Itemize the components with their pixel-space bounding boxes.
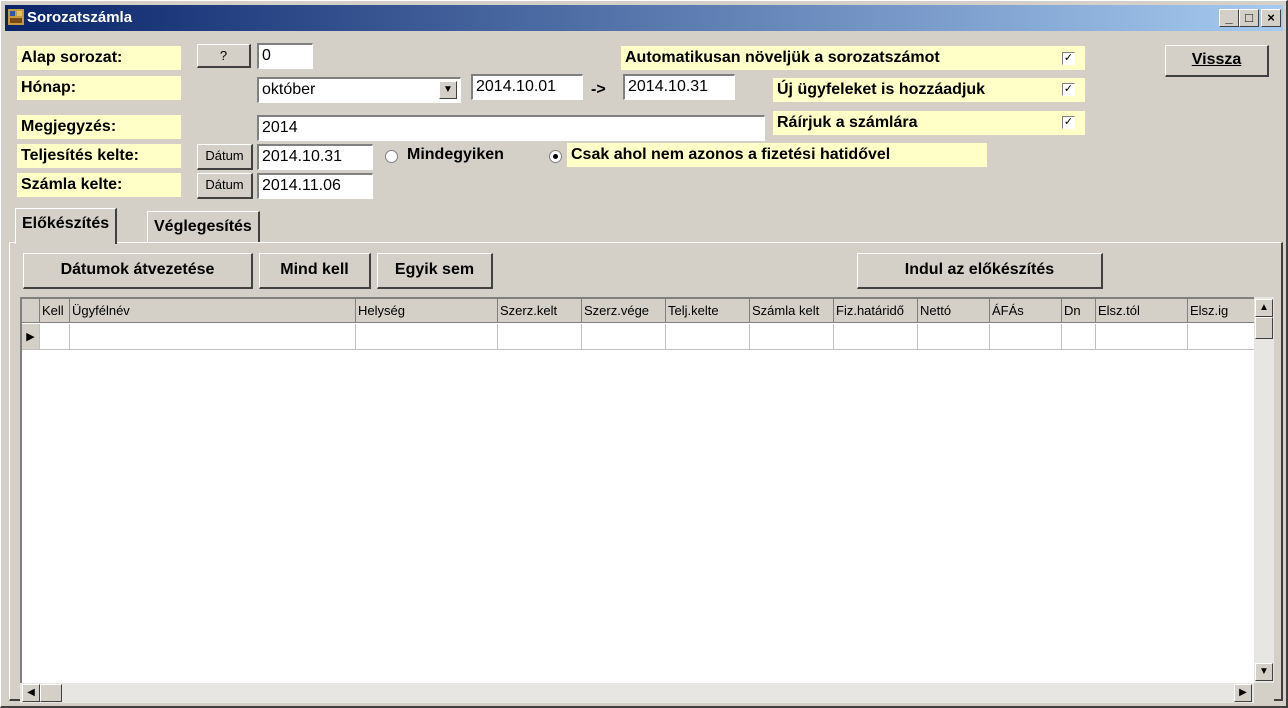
table-cell[interactable]	[1096, 324, 1188, 350]
window-title: Sorozatszámla	[27, 9, 133, 26]
new-clients-checkbox[interactable]: ✓	[1062, 83, 1075, 96]
indul-elokeszites-button[interactable]: Indul az előkészítés	[857, 253, 1103, 289]
table-cell[interactable]	[1188, 324, 1256, 350]
table-cell[interactable]	[70, 324, 356, 350]
radio-mindegyiken-label: Mindegyiken	[407, 146, 504, 163]
column-header[interactable]: Ügyfélnév	[70, 299, 356, 323]
megjegyzes-input[interactable]: 2014	[257, 115, 765, 141]
minimize-button[interactable]: _	[1219, 9, 1239, 27]
auto-increment-checkbox[interactable]: ✓	[1062, 52, 1075, 65]
radio-mindegyiken[interactable]	[385, 150, 398, 163]
column-header[interactable]: Kell	[40, 299, 70, 323]
column-header[interactable]: ÁFÁs	[990, 299, 1062, 323]
table-cell[interactable]	[356, 324, 498, 350]
column-header[interactable]: Fiz.határidő	[834, 299, 918, 323]
tab-elokeszites[interactable]: Előkészítés	[15, 208, 118, 244]
table-cell[interactable]	[1062, 324, 1096, 350]
column-header[interactable]: Szerz.kelt	[498, 299, 582, 323]
table-cell[interactable]	[666, 324, 750, 350]
szamla-date-button[interactable]: Dátum	[197, 173, 253, 199]
column-header[interactable]: Dn	[1062, 299, 1096, 323]
maximize-button[interactable]: □	[1239, 9, 1259, 27]
auto-increment-label: Automatikusan növeljük a sorozatszámot	[621, 46, 1085, 70]
scroll-up-button[interactable]: ▲	[1255, 299, 1273, 317]
teljesites-label: Teljesítés kelte:	[17, 144, 181, 168]
sorozatszamla-window: Sorozatszámla _ □ × Alap sorozat: ? 0 Au…	[0, 0, 1288, 708]
vissza-button[interactable]: Vissza	[1165, 45, 1269, 77]
table-cell[interactable]	[498, 324, 582, 350]
vertical-scrollbar[interactable]: ▲ ▼	[1254, 297, 1274, 685]
mind-kell-button[interactable]: Mind kell	[259, 253, 371, 289]
chevron-down-icon[interactable]: ▼	[439, 81, 457, 99]
teljesites-input[interactable]: 2014.10.31	[257, 144, 373, 170]
szamla-kelte-input[interactable]: 2014.11.06	[257, 173, 373, 199]
range-arrow: ->	[591, 81, 606, 98]
szamla-kelte-label: Számla kelte:	[17, 173, 181, 197]
tab-veglegesites[interactable]: Véglegesítés	[147, 211, 260, 243]
column-header[interactable]: Számla kelt	[750, 299, 834, 323]
date-from-input[interactable]: 2014.10.01	[471, 74, 583, 100]
table-cell[interactable]	[40, 324, 70, 350]
teljesites-date-button[interactable]: Dátum	[197, 144, 253, 170]
column-header[interactable]: Telj.kelte	[666, 299, 750, 323]
alap-lookup-button[interactable]: ?	[197, 44, 251, 68]
grid-header: Kell Ügyfélnév Helység Szerz.kelt Szerz.…	[22, 299, 1256, 323]
app-icon	[8, 9, 24, 25]
new-clients-label: Új ügyfeleket is hozzáadjuk	[773, 78, 1085, 102]
row-pointer: ▶	[22, 324, 40, 350]
table-cell[interactable]	[582, 324, 666, 350]
radio-csak-ahol[interactable]	[549, 150, 562, 163]
write-on-invoice-label: Ráírjuk a számlára	[773, 111, 1085, 135]
column-header[interactable]: Szerz.vége	[582, 299, 666, 323]
honap-select[interactable]: október	[257, 77, 461, 103]
scroll-h-thumb[interactable]	[40, 684, 62, 702]
column-header[interactable]: Nettó	[918, 299, 990, 323]
date-to-input[interactable]: 2014.10.31	[623, 74, 735, 100]
scrollbar-corner	[1254, 683, 1274, 703]
alap-sorozat-input[interactable]: 0	[257, 43, 313, 69]
table-cell[interactable]	[834, 324, 918, 350]
scroll-right-button[interactable]: ▶	[1234, 684, 1252, 702]
egyik-sem-button[interactable]: Egyik sem	[377, 253, 493, 289]
data-grid[interactable]: Kell Ügyfélnév Helység Szerz.kelt Szerz.…	[20, 297, 1256, 703]
horizontal-scrollbar[interactable]: ◀ ▶	[20, 683, 1254, 703]
radio-csak-ahol-label: Csak ahol nem azonos a fizetési hatidőve…	[567, 143, 987, 167]
column-header[interactable]: Elsz.ig	[1188, 299, 1256, 323]
title-bar[interactable]: Sorozatszámla _ □ ×	[5, 5, 1283, 31]
scroll-thumb[interactable]	[1255, 317, 1273, 339]
scroll-left-button[interactable]: ◀	[22, 684, 40, 702]
column-header[interactable]: Helység	[356, 299, 498, 323]
close-button[interactable]: ×	[1261, 9, 1281, 27]
column-header[interactable]: Elsz.tól	[1096, 299, 1188, 323]
scroll-down-button[interactable]: ▼	[1255, 663, 1273, 681]
table-cell[interactable]	[750, 324, 834, 350]
megjegyzes-label: Megjegyzés:	[17, 115, 181, 139]
datumok-atvezetese-button[interactable]: Dátumok átvezetése	[23, 253, 253, 289]
table-cell[interactable]	[918, 324, 990, 350]
grid-corner	[22, 299, 40, 323]
write-on-invoice-checkbox[interactable]: ✓	[1062, 116, 1075, 129]
table-cell[interactable]	[990, 324, 1062, 350]
alap-sorozat-label: Alap sorozat:	[17, 46, 181, 70]
honap-label: Hónap:	[17, 76, 181, 100]
